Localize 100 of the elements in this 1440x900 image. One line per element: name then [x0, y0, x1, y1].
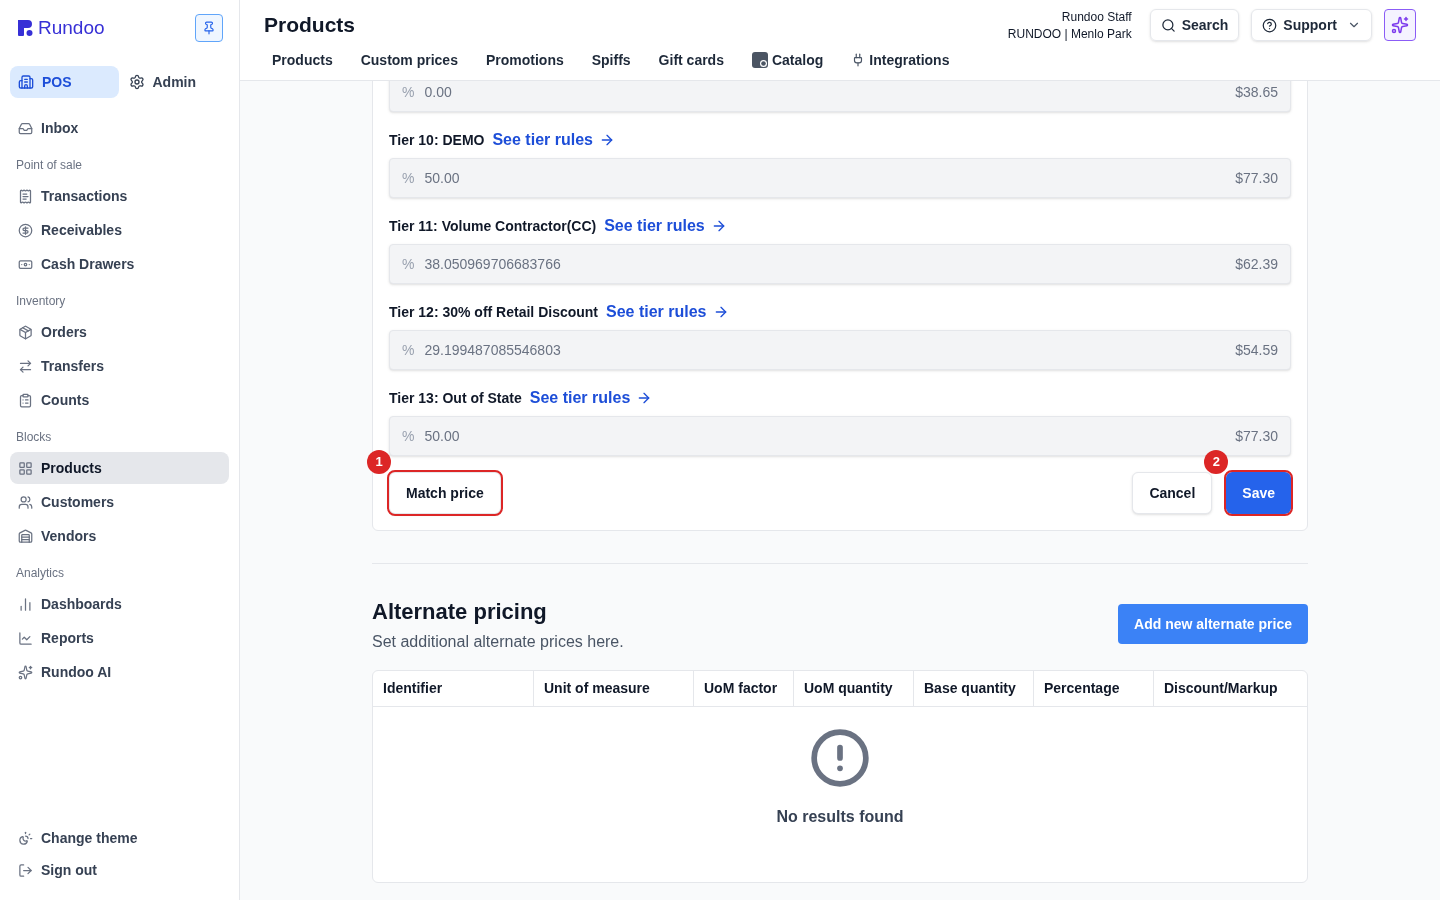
line-chart-icon [18, 630, 33, 646]
sidebar-item[interactable]: Sign out [10, 854, 229, 886]
tier-rules-link[interactable]: See tier rules [604, 214, 727, 238]
field-value: 50.00 [424, 168, 460, 188]
user-name: Rundoo Staff [1061, 9, 1132, 26]
ai-button[interactable] [1384, 9, 1416, 41]
users-icon [18, 494, 33, 510]
arrows-icon [18, 358, 33, 374]
help-icon [1262, 17, 1278, 33]
clipboard-icon [18, 392, 33, 408]
field-value: 50.00 [424, 426, 460, 446]
nav-tab[interactable]: Integrations [851, 49, 950, 71]
column-header: UoM quantity [793, 671, 913, 706]
support-button[interactable]: Support [1251, 9, 1372, 41]
price-value: $62.39 [1235, 254, 1278, 274]
inbox-icon [18, 120, 33, 136]
dollar-icon [18, 222, 33, 238]
tier-rules-link[interactable]: See tier rules [492, 128, 615, 152]
save-button[interactable]: Save [1226, 472, 1291, 514]
nav-tab[interactable]: Catalog [751, 49, 824, 71]
section-title: Point of sale [15, 157, 84, 174]
tier-field[interactable]: % 29.199487085546803 $54.59 [389, 330, 1291, 370]
nav-tab[interactable]: Promotions [485, 49, 564, 71]
tier-field[interactable]: % 0.00 $38.65 [389, 81, 1291, 112]
sparkles-icon [18, 664, 33, 680]
field-value: 0.00 [424, 82, 452, 102]
sign-out-icon [18, 862, 33, 878]
empty-message: No results found [776, 807, 904, 827]
nav-tab[interactable]: Spiffs [591, 49, 631, 71]
column-header: Base quantity [913, 671, 1033, 706]
field-value: 38.050969706683766 [424, 254, 561, 274]
alert-icon [809, 727, 871, 789]
mode-tab[interactable]: Admin [120, 66, 229, 98]
price-value: $77.30 [1235, 168, 1278, 188]
building-icon [18, 528, 33, 544]
sidebar-item[interactable]: Products [10, 452, 229, 484]
tier-label: Tier 10: DEMO [389, 130, 485, 150]
sidebar-item[interactable]: Cash Drawers [10, 248, 229, 280]
section-title: Blocks [15, 429, 53, 446]
logo-icon [16, 19, 34, 37]
tier-field[interactable]: % 50.00 $77.30 [389, 416, 1291, 456]
price-value: $38.65 [1235, 82, 1278, 102]
nav-tab[interactable]: Products [272, 49, 333, 71]
tier-field[interactable]: % 50.00 $77.30 [389, 158, 1291, 198]
page-title: Products [264, 12, 356, 38]
unit-label: % [402, 340, 415, 360]
price-value: $77.30 [1235, 426, 1278, 446]
match-price-button[interactable]: Match price [389, 472, 501, 514]
sidebar-item[interactable]: Receivables [10, 214, 229, 246]
sidebar-item[interactable]: Rundoo AI [10, 656, 229, 688]
store-name: RUNDOO | Menlo Park [1007, 26, 1132, 43]
nav-tab[interactable]: Gift cards [658, 49, 724, 71]
grid-icon [18, 460, 33, 476]
catalog-icon [751, 52, 768, 68]
sidebar-item[interactable]: Vendors [10, 520, 229, 552]
tier-label: Tier 12: 30% off Retail Discount [389, 302, 598, 322]
gear-icon [128, 74, 145, 90]
sidebar-item[interactable]: Dashboards [10, 588, 229, 620]
nav-tab[interactable]: Custom prices [360, 49, 458, 71]
search-button[interactable]: Search [1149, 9, 1240, 41]
price-value: $54.59 [1235, 340, 1278, 360]
step-badge: 2 [1204, 450, 1229, 474]
step-badge: 1 [367, 450, 391, 474]
box-icon [18, 324, 33, 340]
sidebar-item[interactable]: Orders [10, 316, 229, 348]
receipt-icon [18, 188, 33, 204]
field-value: 29.199487085546803 [424, 340, 561, 360]
brand-name: Rundoo [38, 15, 105, 40]
sidebar-item[interactable]: Counts [10, 384, 229, 416]
mode-tab[interactable]: POS [10, 66, 119, 98]
column-header: Discount/Markup [1153, 671, 1307, 706]
sidebar-item[interactable]: Transfers [10, 350, 229, 382]
section-title: Inventory [15, 293, 67, 310]
sidebar-item[interactable]: Customers [10, 486, 229, 518]
tier-field[interactable]: % 38.050969706683766 $62.39 [389, 244, 1291, 284]
bar-chart-icon [18, 596, 33, 612]
section-subtitle: Set additional alternate prices here. [372, 632, 624, 652]
building-icon [18, 74, 34, 90]
unit-label: % [402, 82, 415, 102]
add-alternate-price-button[interactable]: Add new alternate price [1118, 604, 1308, 644]
section-heading: Alternate pricing [372, 598, 548, 626]
theme-icon [18, 830, 33, 846]
tier-rules-link[interactable]: See tier rules [606, 300, 729, 324]
sidebar-item[interactable]: Inbox [10, 112, 229, 144]
tier-label: Tier 13: Out of State [389, 388, 522, 408]
sidebar-item[interactable]: Reports [10, 622, 229, 654]
unit-label: % [402, 168, 415, 188]
column-header: UoM factor [693, 671, 793, 706]
column-header: Unit of measure [533, 671, 693, 706]
pin-icon [202, 21, 216, 35]
sidebar-item[interactable]: Change theme [10, 822, 229, 854]
cancel-button[interactable]: Cancel [1132, 472, 1213, 514]
pin-button[interactable] [195, 14, 223, 42]
column-header: Percentage [1033, 671, 1153, 706]
tier-rules-link[interactable]: See tier rules [529, 386, 653, 410]
sparkles-icon [1391, 16, 1409, 34]
unit-label: % [402, 254, 415, 274]
search-icon [1160, 17, 1176, 33]
column-header: Identifier [382, 679, 444, 698]
sidebar-item[interactable]: Transactions [10, 180, 229, 212]
